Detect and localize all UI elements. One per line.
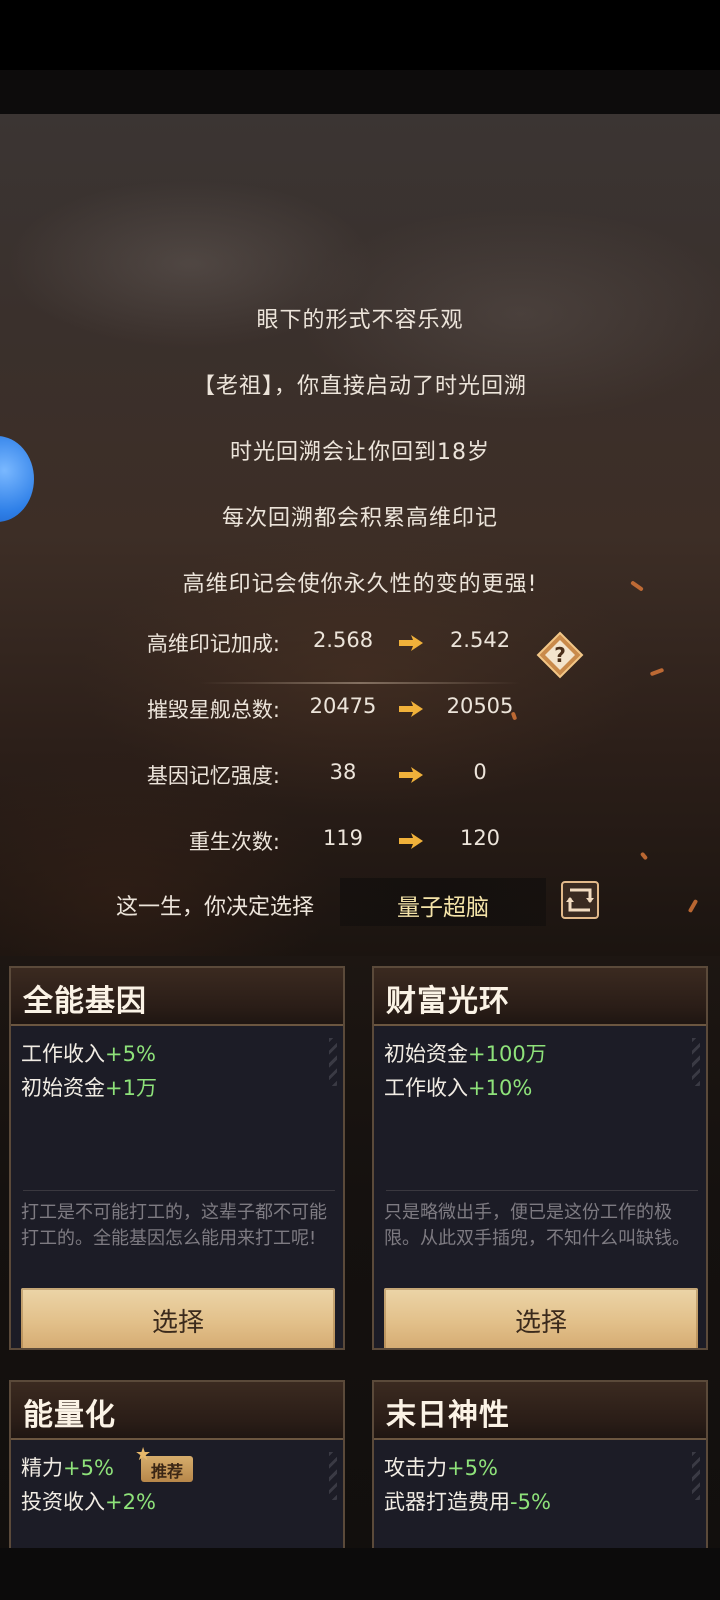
effect-value: +5% — [105, 1042, 156, 1066]
card-title: 能量化 — [23, 1398, 116, 1433]
talent-card: 财富光环 初始资金+100万 工作收入+10% 只是略微出手，便已是这份工作的极… — [372, 966, 708, 1350]
arrow-right-icon — [399, 635, 423, 651]
card-effect: 初始资金+1万 — [21, 1072, 157, 1102]
effect-value: +100万 — [468, 1042, 547, 1066]
story-line: 眼下的形式不容乐观 — [256, 308, 464, 333]
story-line: 【老祖】，你直接启动了时光回溯 — [192, 374, 527, 399]
choice-prompt: 这一生，你决定选择 — [116, 895, 315, 920]
effect-value: +1万 — [105, 1076, 157, 1100]
stat-row-rebirth-count: 重生次数: 119 120 — [0, 820, 720, 860]
stat-label: 摧毁星舰总数: — [146, 698, 280, 722]
stat-label: 基因记忆强度: — [146, 764, 280, 788]
stat-new-value: 120 — [459, 826, 501, 850]
stat-old-value: 20475 — [309, 694, 377, 718]
select-button-label: 选择 — [514, 1308, 567, 1338]
story-line: 高维印记会使你永久性的变的更强! — [182, 572, 538, 597]
card-flavor-text: 只是略微出手，便已是这份工作的极限。从此双手插兜，不知什么叫缺钱。 — [384, 1202, 690, 1249]
badge-row: ★ 推荐 — [11, 1442, 343, 1482]
status-bar — [0, 0, 720, 70]
card-header: 财富光环 — [374, 968, 706, 1026]
card-separator — [386, 1190, 698, 1191]
talent-card-area: 全能基因 工作收入+5% 初始资金+1万 打工是不可能打工的，这辈子都不可能打工… — [0, 956, 720, 1580]
card-effect: 初始资金+100万 — [384, 1038, 547, 1068]
card-effect: 工作收入+5% — [21, 1038, 156, 1068]
select-button-label: 选择 — [151, 1308, 204, 1338]
card-header: 全能基因 — [11, 968, 343, 1026]
recommended-badge-label: 推荐 — [150, 1462, 183, 1481]
effect-value: +10% — [468, 1076, 533, 1100]
talent-card: 全能基因 工作收入+5% 初始资金+1万 打工是不可能打工的，这辈子都不可能打工… — [9, 966, 345, 1350]
navigation-bar — [0, 1548, 720, 1600]
card-separator — [23, 1190, 335, 1191]
card-effect: 攻击力+5% — [384, 1452, 498, 1482]
svg-text:?: ? — [554, 643, 566, 667]
effect-name: 初始资金 — [384, 1042, 468, 1066]
arrow-right-icon — [399, 701, 423, 717]
effect-name: 攻击力 — [384, 1456, 447, 1480]
story-panel: 眼下的形式不容乐观 【老祖】，你直接启动了时光回溯 时光回溯会让你回到18岁 每… — [0, 114, 720, 956]
card-effect: 投资收入+2% — [21, 1486, 156, 1516]
top-strip — [0, 70, 720, 114]
decorative-stripes — [692, 1038, 700, 1086]
ember-particle — [687, 898, 699, 914]
chosen-talent-name: 量子超脑 — [397, 895, 489, 921]
story-line: 每次回溯都会积累高维印记 — [221, 506, 498, 531]
card-effect: 武器打造费用-5% — [384, 1486, 551, 1516]
ember-particle — [649, 667, 665, 677]
stat-row-ships-destroyed: 摧毁星舰总数: 20475 20505 — [0, 688, 720, 728]
card-title: 财富光环 — [386, 984, 510, 1019]
effect-name: 工作收入 — [21, 1042, 105, 1066]
arrow-right-icon — [399, 833, 423, 849]
select-button[interactable]: 选择 — [384, 1288, 698, 1348]
stat-old-value: 2.568 — [312, 628, 374, 652]
arrow-right-icon — [399, 767, 423, 783]
stat-new-value: 20505 — [446, 694, 514, 718]
card-header: 能量化 — [11, 1382, 343, 1440]
card-header: 末日神性 — [374, 1382, 706, 1440]
decorative-stripes — [692, 1452, 700, 1500]
stat-label: 重生次数: — [188, 830, 280, 854]
effect-name: 投资收入 — [21, 1490, 105, 1514]
stat-label: 高维印记加成: — [146, 632, 280, 656]
stat-row-mark-bonus: 高维印记加成: 2.568 2.542 — [0, 622, 720, 662]
question-diamond-icon[interactable]: ? — [536, 631, 584, 679]
stat-divider — [200, 682, 520, 684]
card-flavor-text: 打工是不可能打工的，这辈子都不可能打工的。全能基因怎么能用来打工呢! — [21, 1202, 327, 1249]
effect-name: 工作收入 — [384, 1076, 468, 1100]
effect-value: +2% — [105, 1490, 156, 1514]
chosen-talent-box: 量子超脑 — [340, 878, 546, 926]
effect-value: +5% — [447, 1456, 498, 1480]
decorative-stripes — [329, 1038, 337, 1086]
effect-value: -5% — [510, 1490, 551, 1514]
stat-old-value: 38 — [329, 760, 357, 784]
effect-name: 武器打造费用 — [384, 1490, 510, 1514]
card-effect: 工作收入+10% — [384, 1072, 532, 1102]
recommended-badge: ★ 推荐 — [135, 1444, 193, 1482]
select-button[interactable]: 选择 — [21, 1288, 335, 1348]
story-line: 时光回溯会让你回到18岁 — [230, 440, 490, 465]
stat-old-value: 119 — [322, 826, 364, 850]
reroll-icon[interactable] — [558, 878, 602, 922]
card-title: 末日神性 — [386, 1398, 510, 1433]
stat-row-gene-memory: 基因记忆强度: 38 0 — [0, 754, 720, 794]
effect-name: 初始资金 — [21, 1076, 105, 1100]
stat-new-value: 2.542 — [449, 628, 511, 652]
card-title: 全能基因 — [23, 984, 147, 1019]
stat-new-value: 0 — [473, 760, 487, 784]
